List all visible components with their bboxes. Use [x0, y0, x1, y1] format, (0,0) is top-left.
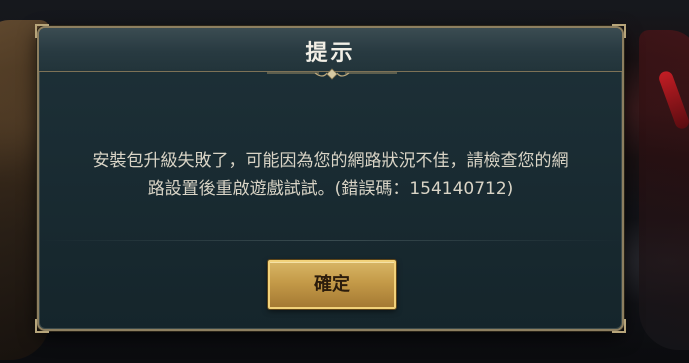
- confirm-button[interactable]: 確定: [268, 260, 396, 309]
- dialog-title: 提示: [305, 41, 356, 66]
- message-line: 路設置後重啟遊戲試試。(錯誤碼：154140712): [147, 179, 514, 199]
- message-line: 安裝包升級失敗了，可能因為您的網路狀況不佳，請檢查您的網: [92, 151, 569, 171]
- dialog-message: 安裝包升級失敗了，可能因為您的網路狀況不佳，請檢查您的網 路設置後重啟遊戲試試。…: [53, 147, 608, 203]
- dialog-header: 提示: [39, 28, 622, 72]
- diamond-ornament-icon: [267, 68, 397, 80]
- alert-dialog: 提示 安裝包升級失敗了，可能因為您的網路狀況不佳，請檢查您的網 路設置後重啟遊戲…: [35, 24, 626, 333]
- divider: [39, 240, 622, 241]
- game-screen: 提示 安裝包升級失敗了，可能因為您的網路狀況不佳，請檢查您的網 路設置後重啟遊戲…: [0, 0, 689, 363]
- corner-ornament: [35, 319, 49, 333]
- corner-ornament: [612, 319, 626, 333]
